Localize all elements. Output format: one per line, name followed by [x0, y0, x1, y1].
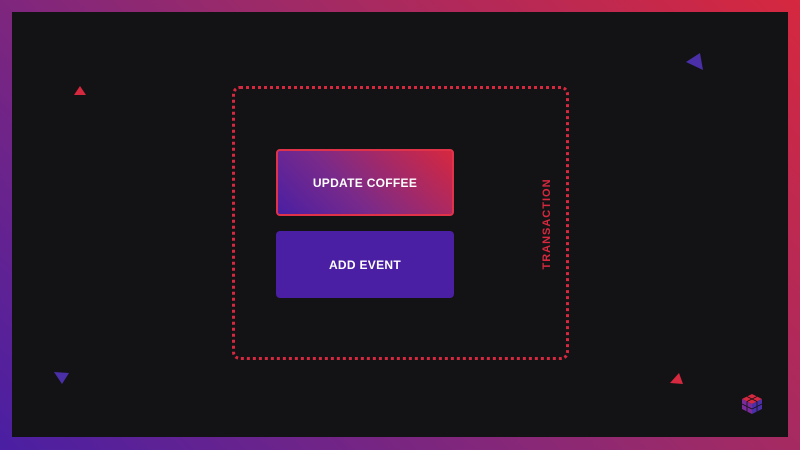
- update-coffee-label: UPDATE COFFEE: [312, 175, 418, 190]
- transaction-box: [232, 86, 569, 360]
- triangle-decoration-icon: [670, 373, 683, 384]
- add-event-button[interactable]: ADD EVENT: [276, 231, 454, 298]
- transaction-label: TRANSACTION: [541, 178, 553, 270]
- triangle-decoration-icon: [54, 372, 69, 384]
- add-event-label: ADD EVENT: [328, 257, 402, 272]
- triangle-decoration-icon: [74, 86, 86, 95]
- triangle-decoration-icon: [686, 53, 703, 70]
- cube-logo-icon: [741, 394, 763, 414]
- slide-canvas: UPDATE COFFEE ADD EVENT TRANSACTION: [12, 12, 788, 437]
- update-coffee-button[interactable]: UPDATE COFFEE: [276, 149, 454, 216]
